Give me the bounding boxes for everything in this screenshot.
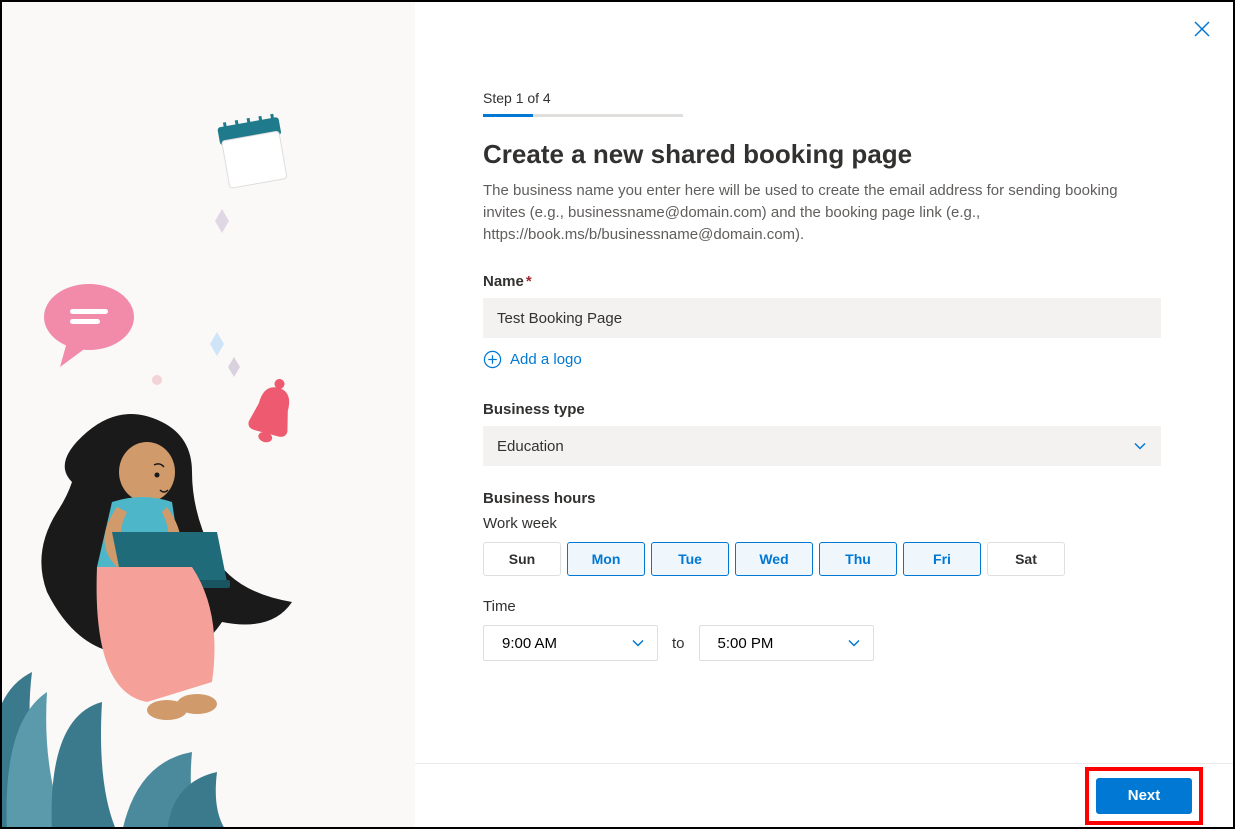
page-title: Create a new shared booking page (483, 139, 1161, 170)
illustration-pane (2, 2, 415, 827)
add-logo-label: Add a logo (510, 351, 582, 368)
close-icon (1193, 20, 1211, 38)
step-label: Step 1 of 4 (483, 90, 1161, 106)
name-label: Name* (483, 273, 1161, 290)
work-week-label: Work week (483, 515, 1161, 532)
business-type-select[interactable]: Education (483, 426, 1161, 466)
dialog-footer: Next (415, 763, 1233, 827)
day-mon[interactable]: Mon (567, 542, 645, 576)
day-sat[interactable]: Sat (987, 542, 1065, 576)
end-time-select[interactable]: 5:00 PM (699, 625, 874, 661)
chevron-down-icon (1133, 439, 1147, 453)
next-button-highlight: Next (1085, 767, 1203, 825)
business-hours-label: Business hours (483, 490, 1161, 507)
day-tue[interactable]: Tue (651, 542, 729, 576)
day-sun[interactable]: Sun (483, 542, 561, 576)
to-label: to (672, 635, 685, 652)
page-description: The business name you enter here will be… (483, 180, 1161, 245)
end-time-value: 5:00 PM (718, 635, 774, 652)
chevron-down-icon (631, 636, 645, 650)
next-button[interactable]: Next (1096, 778, 1192, 814)
progress-bar (483, 114, 683, 117)
required-marker: * (526, 273, 532, 290)
start-time-select[interactable]: 9:00 AM (483, 625, 658, 661)
add-logo-button[interactable]: Add a logo (483, 350, 582, 369)
work-week-days: Sun Mon Tue Wed Thu Fri Sat (483, 542, 1161, 576)
day-fri[interactable]: Fri (903, 542, 981, 576)
business-type-value: Education (497, 438, 564, 455)
plus-circle-icon (483, 350, 502, 369)
business-type-label: Business type (483, 401, 1161, 418)
close-button[interactable] (1193, 20, 1211, 43)
onboarding-illustration (2, 102, 412, 827)
chevron-down-icon (847, 636, 861, 650)
start-time-value: 9:00 AM (502, 635, 557, 652)
time-label: Time (483, 598, 1161, 615)
day-wed[interactable]: Wed (735, 542, 813, 576)
day-thu[interactable]: Thu (819, 542, 897, 576)
name-input[interactable] (483, 298, 1161, 338)
